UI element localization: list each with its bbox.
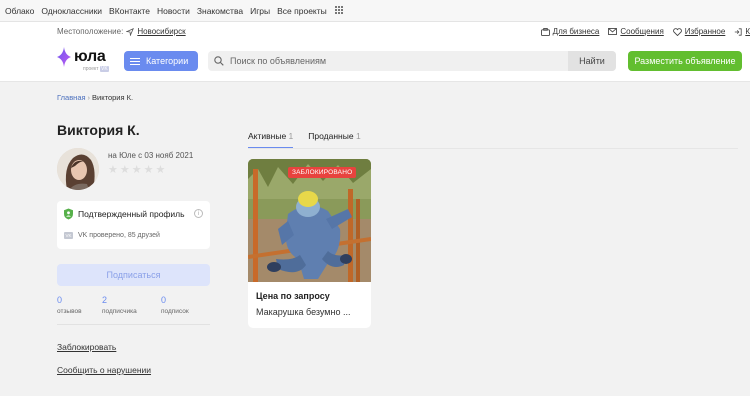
apps-grid-icon[interactable] [334,6,344,15]
search-input[interactable] [230,56,550,66]
listing-tabs: Активные 1 Проданные 1 [248,131,376,149]
location-row: Местоположение: Новосибирск [57,27,186,36]
tab-sold-count: 1 [355,131,361,141]
heart-icon [672,27,682,36]
verification-card: Подтвержденный профиль i VK VK проверено… [57,201,210,249]
portal-link-all-projects[interactable]: Все проекты [277,6,327,16]
stat-followers-label: подписчика [102,308,137,315]
messages-link[interactable]: Сообщения [608,27,664,36]
login-link-label: К [745,27,750,36]
block-user-link[interactable]: Заблокировать [57,342,116,352]
portal-bar: Облако Одноклассники ВКонтакте Новости З… [0,0,750,22]
stat-following[interactable]: 0 подписок [161,295,189,315]
envelope-icon [608,28,618,35]
portal-link-dating[interactable]: Знакомства [197,6,243,16]
member-since: на Юле с 03 нояб 2021 [108,151,194,160]
listing-price: Цена по запросу [256,291,330,301]
tab-active-count: 1 [288,131,294,141]
business-link-label: Для бизнеса [552,27,600,36]
yula-logo[interactable]: юла проект VK [56,46,116,74]
login-link[interactable]: К [734,27,750,36]
verified-row: Подтвержденный профиль [63,208,185,220]
breadcrumb-separator: › [87,93,91,102]
star-icon: ★ [155,164,166,176]
location-label: Местоположение: [57,27,124,36]
menu-icon [130,57,140,65]
rating-stars: ★ ★ ★ ★ ★ [108,165,167,176]
listing-title: Макарушка безумно ... [256,307,351,317]
vk-icon: VK [64,232,73,239]
logo-text: юла [74,48,106,65]
search-bar: Найти [208,51,616,71]
tab-active[interactable]: Активные 1 [248,131,294,149]
avatar [57,148,99,190]
stat-following-label: подписок [161,308,189,315]
user-links: Для бизнеса Сообщения Избранное К [532,27,750,36]
portal-link-news[interactable]: Новости [157,6,190,16]
favorites-link[interactable]: Избранное [672,27,726,36]
blocked-badge: ЗАБЛОКИРОВАНО [288,167,357,178]
categories-label: Категории [146,56,189,66]
site-header: Местоположение: Новосибирск Для бизнеса … [0,22,750,82]
vk-verification-row: VK VK проверено, 85 друзей [64,232,160,239]
info-icon[interactable]: i [194,209,203,218]
logo-subtitle: проект VK [83,66,109,72]
messages-link-label: Сообщения [620,27,664,36]
stat-following-count: 0 [161,295,167,305]
portal-link-vk[interactable]: ВКонтакте [109,6,150,16]
stat-reviews[interactable]: 0 отзывов [57,295,82,315]
portal-link-games[interactable]: Игры [250,6,270,16]
portal-link-ok[interactable]: Одноклассники [41,6,102,16]
stat-followers[interactable]: 2 подписчика [102,295,137,315]
stat-reviews-label: отзывов [57,308,82,315]
location-arrow-icon [126,27,135,36]
location-city-link[interactable]: Новосибирск [137,27,185,36]
login-icon [735,27,742,36]
divider [57,324,210,325]
star-icon: ★ [119,164,130,176]
tabs-underline [248,148,738,149]
search-icon [214,56,224,66]
listing-card[interactable]: ЗАБЛОКИРОВАНО Цена по запросу Макарушка … [248,159,371,328]
stat-reviews-count: 0 [57,295,63,305]
vk-verification-text: VK проверено, 85 друзей [78,232,160,239]
breadcrumb-home[interactable]: Главная [57,93,86,102]
star-icon: ★ [143,164,154,176]
briefcase-icon [540,27,550,36]
categories-button[interactable]: Категории [124,51,198,71]
report-violation-link[interactable]: Сообщить о нарушении [57,365,151,375]
tab-active-label: Активные [248,131,287,141]
profile-name: Виктория К. [57,122,140,138]
tab-sold-label: Проданные [308,131,354,141]
listing-photo: ЗАБЛОКИРОВАНО [248,159,371,282]
verified-shield-icon [64,208,73,220]
subscribe-button[interactable]: Подписаться [57,264,210,286]
stat-followers-count: 2 [102,295,108,305]
star-icon: ★ [131,164,142,176]
search-button[interactable]: Найти [568,51,616,71]
business-link[interactable]: Для бизнеса [540,27,600,36]
post-ad-button[interactable]: Разместить объявление [628,51,742,71]
logo-star-icon [57,47,71,67]
breadcrumb-current: Виктория К. [92,93,134,102]
verified-label: Подтвержденный профиль [78,209,185,219]
tab-sold[interactable]: Проданные 1 [308,131,360,149]
breadcrumb: Главная › Виктория К. [57,93,133,102]
star-icon: ★ [108,164,118,176]
favorites-link-label: Избранное [684,27,726,36]
portal-link-cloud[interactable]: Облако [5,6,34,16]
